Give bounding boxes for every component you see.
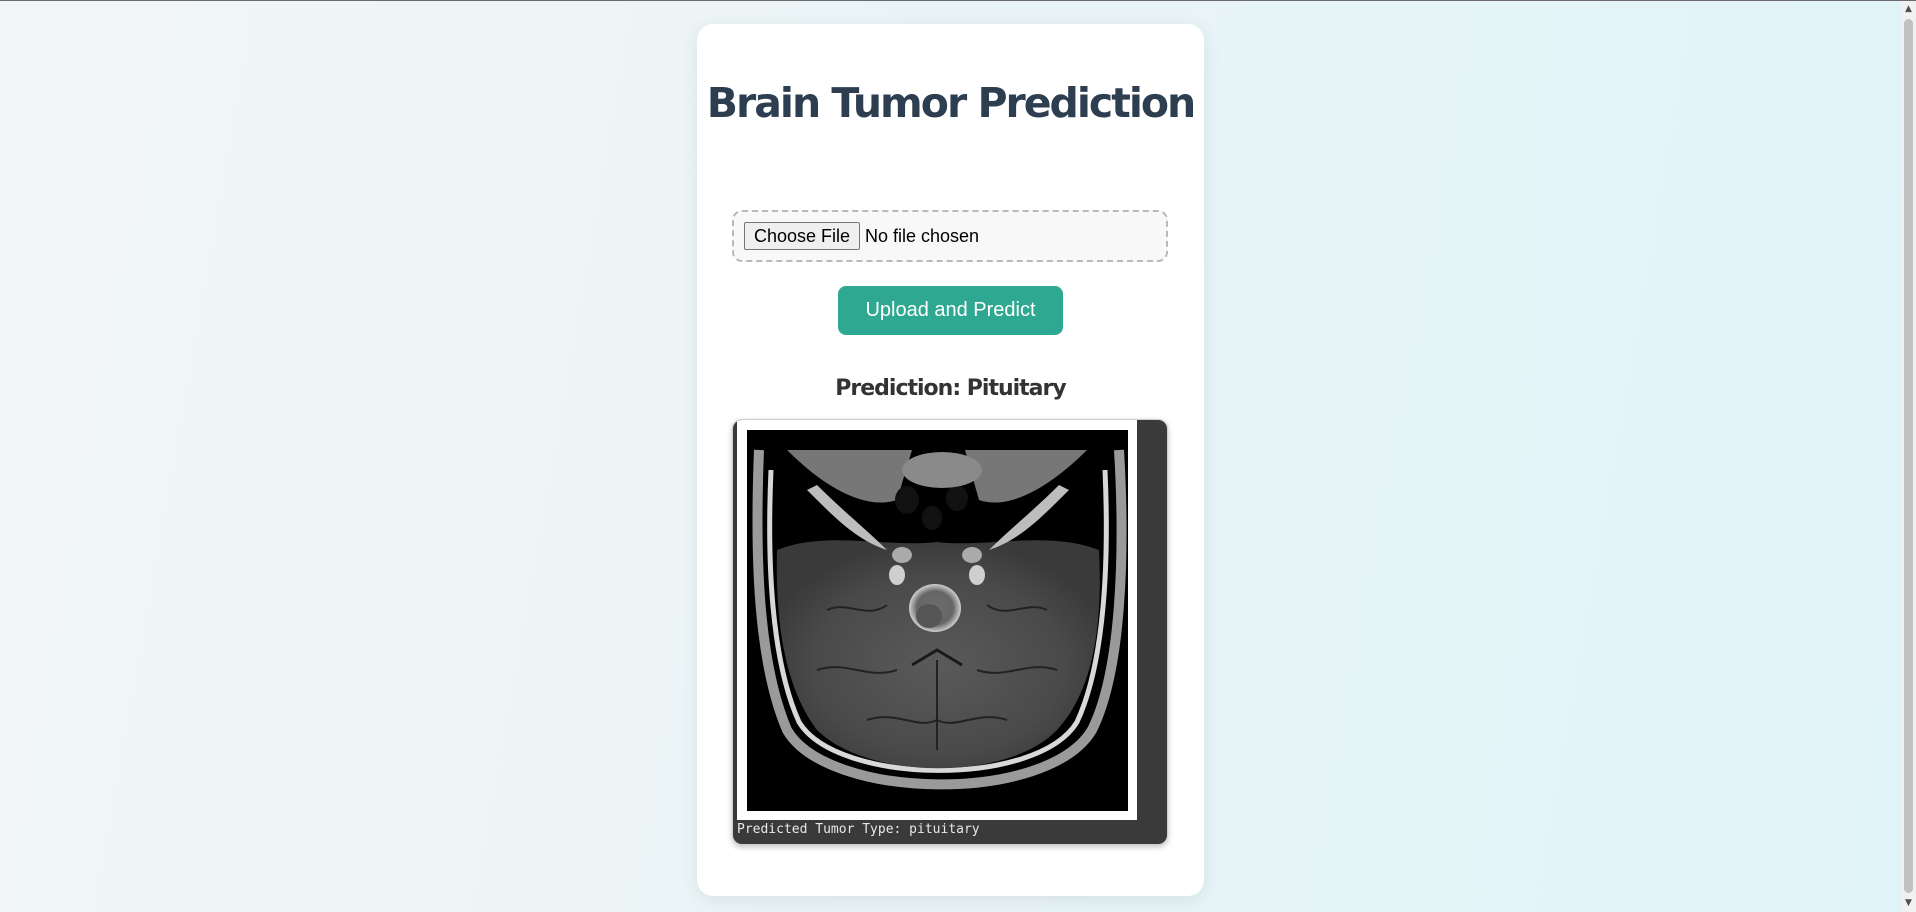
prediction-result: Prediction: Pituitary xyxy=(835,376,1066,401)
mri-scan-image xyxy=(747,430,1128,811)
page-scrollbar[interactable]: ▲ ▼ xyxy=(1901,1,1916,912)
result-image-frame: Predicted Tumor Type: pituitary xyxy=(732,419,1168,845)
scrollbar-thumb[interactable] xyxy=(1904,19,1913,893)
upload-and-predict-button[interactable]: Upload and Predict xyxy=(838,286,1063,335)
page-title: Brain Tumor Prediction xyxy=(706,79,1196,127)
arrow-up-icon[interactable]: ▲ xyxy=(1901,1,1916,18)
plot-canvas xyxy=(737,420,1137,820)
file-upload-area[interactable]: Choose File No file chosen xyxy=(732,210,1168,262)
prediction-caption: Predicted Tumor Type: pituitary xyxy=(737,822,980,837)
choose-file-button[interactable]: Choose File xyxy=(744,222,860,250)
prediction-card: Brain Tumor Prediction Choose File No fi… xyxy=(697,24,1204,896)
file-status-text: No file chosen xyxy=(865,226,980,246)
arrow-down-icon[interactable]: ▼ xyxy=(1901,895,1916,912)
